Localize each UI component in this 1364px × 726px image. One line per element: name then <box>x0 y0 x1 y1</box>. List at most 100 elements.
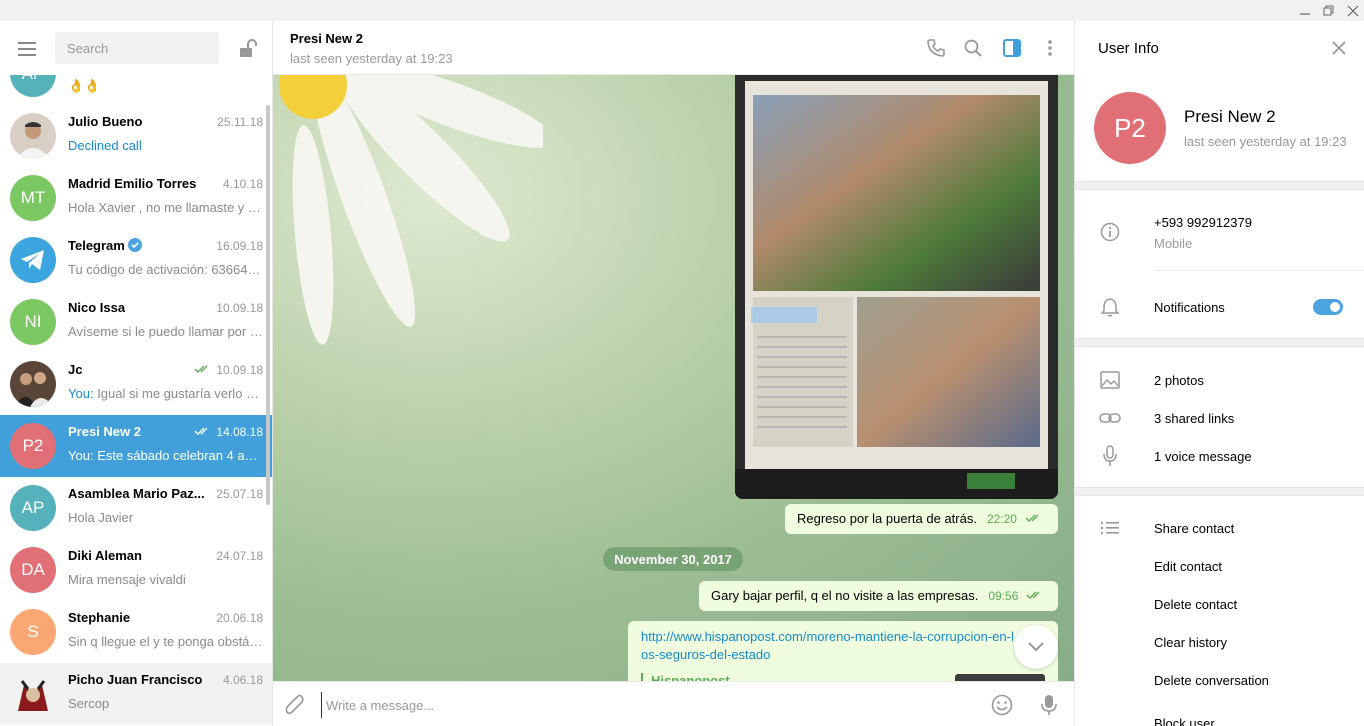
avatar: DA <box>10 547 56 593</box>
chat-row-presi-new-2[interactable]: P2 Presi New 2 14.08.18 You: Este sábado… <box>0 415 272 477</box>
emoji-icon[interactable] <box>990 693 1014 717</box>
chat-name: Stephanie <box>68 610 131 625</box>
search-icon[interactable] <box>961 36 985 60</box>
sidebar-toggle-icon[interactable] <box>1000 36 1024 60</box>
shared-photos-link[interactable]: 2 photos <box>1154 373 1204 388</box>
chat-date: 14.08.18 <box>216 425 263 439</box>
microphone-icon <box>1099 445 1121 467</box>
chat-row-telegram[interactable]: Telegram 16.09.18 Tu código de activació… <box>0 229 272 291</box>
search-input[interactable] <box>55 32 219 64</box>
chat-row-stephanie[interactable]: S Stephanie 20.06.18 Sin q llegue el y t… <box>0 601 272 663</box>
row-divider <box>1154 270 1364 271</box>
close-panel-icon[interactable] <box>1327 36 1351 60</box>
chat-name: Picho Juan Francisco <box>68 672 203 687</box>
delete-conversation-button[interactable]: Delete conversation <box>1154 673 1269 688</box>
minimize-icon[interactable] <box>1294 0 1316 21</box>
section-divider <box>1075 338 1364 347</box>
peer-name[interactable]: Presi New 2 <box>290 31 363 46</box>
window-titlebar <box>0 0 1364 21</box>
message-text: Gary bajar perfil, q el no visite a las … <box>711 588 979 603</box>
chat-date: 24.07.18 <box>216 549 263 563</box>
user-info-panel: User Info P2 Presi New 2 last seen yeste… <box>1074 21 1364 726</box>
chat-preview: Hola Xavier , no me llamaste y no me ha.… <box>68 200 264 215</box>
chat-preview: Hola Javier <box>68 510 134 525</box>
chat-row-picho-juan-francisco[interactable]: Picho Juan Francisco 4.06.18 Sercop <box>0 663 272 725</box>
chat-row-ap-top[interactable]: AP 👌👌 <box>0 75 272 105</box>
delete-contact-button[interactable]: Delete contact <box>1154 597 1237 612</box>
chat-row-asamblea-mario-paz[interactable]: AP Asamblea Mario Paz... 25.07.18 Hola J… <box>0 477 272 539</box>
chat-background: Regreso por la puerta de atrás. 22:20 Nov… <box>273 75 1074 681</box>
chat-name: Jc <box>68 362 83 377</box>
message-time: 09:56 <box>988 589 1019 603</box>
chat-date: 25.11.18 <box>217 115 263 129</box>
chat-date: 25.07.18 <box>216 487 263 501</box>
message-input[interactable] <box>321 692 981 718</box>
phone-icon[interactable] <box>924 36 948 60</box>
daisy-wallpaper <box>279 75 543 345</box>
chat-name: Presi New 2 <box>68 424 141 439</box>
sidebar: AP 👌👌 Julio Bueno 25.11.18 Declined call… <box>0 21 273 726</box>
double-check-icon <box>194 365 208 373</box>
panel-title: User Info <box>1098 40 1159 57</box>
chat-preview: You: Igual si me gustaría verlo si fuera… <box>68 386 264 401</box>
share-contact-button[interactable]: Share contact <box>1154 521 1234 536</box>
hamburger-menu-icon[interactable] <box>13 37 41 61</box>
clear-history-button[interactable]: Clear history <box>1154 635 1227 650</box>
shared-links-link[interactable]: 3 shared links <box>1154 411 1234 426</box>
info-icon <box>1099 221 1121 243</box>
chat-date: 4.06.18 <box>222 673 263 687</box>
link-icon <box>1099 407 1121 429</box>
chat-date: 4.10.18 <box>222 177 263 191</box>
chat-row-jc[interactable]: Jc 10.09.18 You: Igual si me gustaría ve… <box>0 353 272 415</box>
message-link[interactable]: http://www.hispanopost.com/moreno-mantie… <box>641 628 1019 664</box>
link-preview-site: Hispanopost <box>641 673 730 681</box>
profile-avatar[interactable]: P2 <box>1094 92 1166 164</box>
avatar: NI <box>10 299 56 345</box>
chat-preview: Sin q llegue el y te ponga obstáculos <box>68 634 264 649</box>
avatar: MT <box>10 175 56 221</box>
chat-list: AP 👌👌 Julio Bueno 25.11.18 Declined call… <box>0 75 272 726</box>
photo-caption-bubble[interactable]: Regreso por la puerta de atrás. 22:20 <box>785 504 1058 534</box>
avatar: AP <box>10 485 56 531</box>
block-user-button[interactable]: Block user <box>1154 716 1215 726</box>
microphone-icon[interactable] <box>1037 693 1061 717</box>
phone-number[interactable]: +593 992912379 <box>1154 215 1252 230</box>
profile-name: Presi New 2 <box>1184 107 1276 126</box>
chat-row-madrid-emilio-torres[interactable]: MT Madrid Emilio Torres 4.10.18 Hola Xav… <box>0 167 272 229</box>
link-preview-thumbnail <box>955 674 1045 681</box>
scroll-to-bottom-button[interactable] <box>1014 625 1058 669</box>
chat-name: Nico Issa <box>68 300 126 315</box>
chat-date: 10.09.18 <box>216 363 263 377</box>
peer-status: last seen yesterday at 19:23 <box>290 51 453 66</box>
notifications-toggle[interactable] <box>1313 299 1343 315</box>
more-vertical-icon[interactable] <box>1038 36 1062 60</box>
bell-icon <box>1099 296 1121 318</box>
chat-name: Diki Aleman <box>68 548 142 563</box>
chat-row-diki-aleman[interactable]: DA Diki Aleman 24.07.18 Mira mensaje viv… <box>0 539 272 601</box>
double-check-icon <box>1025 514 1039 522</box>
avatar: S <box>10 609 56 655</box>
chat-row-julio-bueno[interactable]: Julio Bueno 25.11.18 Declined call <box>0 105 272 167</box>
edit-contact-button[interactable]: Edit contact <box>1154 559 1222 574</box>
photo-message[interactable] <box>735 75 1058 499</box>
avatar: P2 <box>10 423 56 469</box>
voice-messages-link[interactable]: 1 voice message <box>1154 449 1252 464</box>
attach-icon[interactable] <box>283 693 307 717</box>
chat-date: 10.09.18 <box>216 301 263 315</box>
chat-preview: You: Este sábado celebran 4 años de... <box>68 448 264 463</box>
phone-label: Mobile <box>1154 236 1193 251</box>
chat-row-nico-issa[interactable]: NI Nico Issa 10.09.18 Avíseme si le pued… <box>0 291 272 353</box>
text-message-bubble[interactable]: Gary bajar perfil, q el no visite a las … <box>699 581 1058 611</box>
chat-preview: Sercop <box>68 696 110 711</box>
notifications-label: Notifications <box>1154 300 1225 315</box>
link-message-bubble[interactable]: http://www.hispanopost.com/moreno-mantie… <box>628 621 1058 681</box>
chat-preview: Declined call <box>68 138 142 153</box>
chat-preview: Avíseme si le puedo llamar por favor <box>68 324 264 339</box>
message-text: Regreso por la puerta de atrás. <box>797 511 977 526</box>
chat-list-scrollbar[interactable] <box>266 105 270 505</box>
chat-panel: Presi New 2 last seen yesterday at 19:23 <box>273 21 1074 726</box>
chat-preview: 👌👌 <box>68 78 101 93</box>
restore-icon[interactable] <box>1318 0 1340 21</box>
unlocked-lock-icon[interactable] <box>236 37 260 61</box>
close-icon[interactable] <box>1342 0 1364 21</box>
